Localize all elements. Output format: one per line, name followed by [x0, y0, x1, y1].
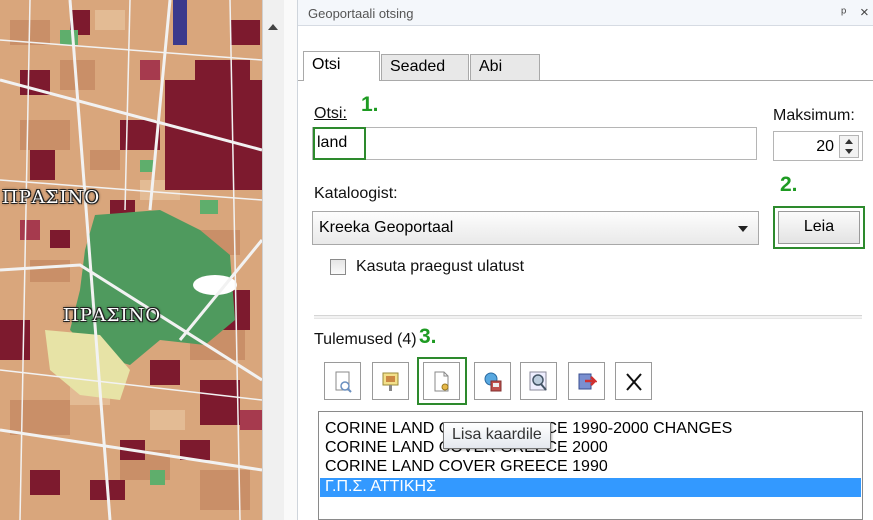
map-label-green-area: ΠΡΑΣΙΝΟ: [2, 187, 101, 208]
map-scrollbar[interactable]: [262, 0, 284, 520]
use-extent-checkbox[interactable]: [330, 259, 346, 275]
find-button[interactable]: Leia: [778, 211, 860, 244]
section-divider: [314, 315, 862, 319]
results-list[interactable]: CORINE LAND COVER GREECE 1990-2000 CHANG…: [318, 411, 863, 520]
geoportal-search-panel: Geoportaali otsing ᵖ × Otsi Seaded Abi O…: [298, 0, 873, 520]
list-item[interactable]: CORINE LAND COVER GREECE 1990: [325, 458, 608, 477]
list-item-selected[interactable]: Γ.Π.Σ. ΑΤΤΙΚΗΣ: [320, 478, 861, 497]
tab-strip-border: [298, 80, 873, 81]
step-3-marker: 3.: [419, 325, 437, 348]
pin-icon[interactable]: ᵖ: [841, 4, 846, 20]
tooltip: Lisa kaardile: [443, 422, 551, 449]
open-globe-button[interactable]: [474, 362, 511, 400]
catalog-selected-value: Kreeka Geoportaal: [319, 219, 454, 236]
add-to-map-icon: [434, 371, 449, 392]
spin-up-icon[interactable]: [845, 139, 853, 144]
export-button[interactable]: [568, 362, 605, 400]
splitter[interactable]: [284, 0, 298, 520]
catalog-dropdown[interactable]: Kreeka Geoportaal: [312, 211, 759, 245]
panel-title: Geoportaali otsing: [308, 6, 414, 21]
map-view[interactable]: ΠΡΑΣΙΝΟ ΠΡΑΣΙΝΟ: [0, 0, 262, 520]
add-to-map-button[interactable]: [423, 362, 460, 400]
export-icon: [578, 373, 597, 390]
search-label: Otsi:: [314, 105, 347, 122]
use-extent-label: Kasuta praegust ulatust: [356, 258, 525, 275]
zoom-extent-icon: [529, 371, 547, 391]
tab-abi[interactable]: Abi: [470, 54, 540, 80]
chevron-down-icon[interactable]: [738, 226, 748, 232]
search-highlight-box: [313, 127, 366, 160]
close-icon[interactable]: ×: [860, 4, 869, 21]
spin-down-icon[interactable]: [845, 149, 853, 154]
results-label: Tulemused (4): [314, 331, 417, 348]
maximum-label: Maksimum:: [773, 107, 855, 124]
spin-buttons[interactable]: [839, 135, 859, 158]
panel-titlebar: Geoportaali otsing ᵖ ×: [298, 0, 873, 26]
maximum-value: 20: [816, 138, 834, 155]
map-canvas: [0, 0, 262, 520]
find-button-highlight: Leia: [773, 206, 865, 249]
step-1-marker: 1.: [361, 93, 379, 116]
tab-otsi[interactable]: Otsi: [303, 51, 380, 81]
step-2-marker: 2.: [780, 173, 798, 196]
tab-seaded[interactable]: Seaded: [381, 54, 469, 80]
open-globe-icon: [484, 372, 502, 392]
maximum-stepper[interactable]: 20: [773, 131, 863, 161]
details-icon: [335, 371, 352, 393]
metadata-button[interactable]: [372, 362, 409, 400]
clear-results-button[interactable]: [615, 362, 652, 400]
map-label-green-area: ΠΡΑΣΙΝΟ: [63, 305, 162, 326]
details-button[interactable]: [324, 362, 361, 400]
catalog-label: Kataloogist:: [314, 185, 398, 202]
zoom-extent-button[interactable]: [520, 362, 557, 400]
clear-icon: [626, 373, 642, 391]
search-input[interactable]: land: [312, 127, 757, 160]
scroll-up-icon[interactable]: [268, 24, 278, 30]
metadata-icon: [382, 372, 399, 391]
